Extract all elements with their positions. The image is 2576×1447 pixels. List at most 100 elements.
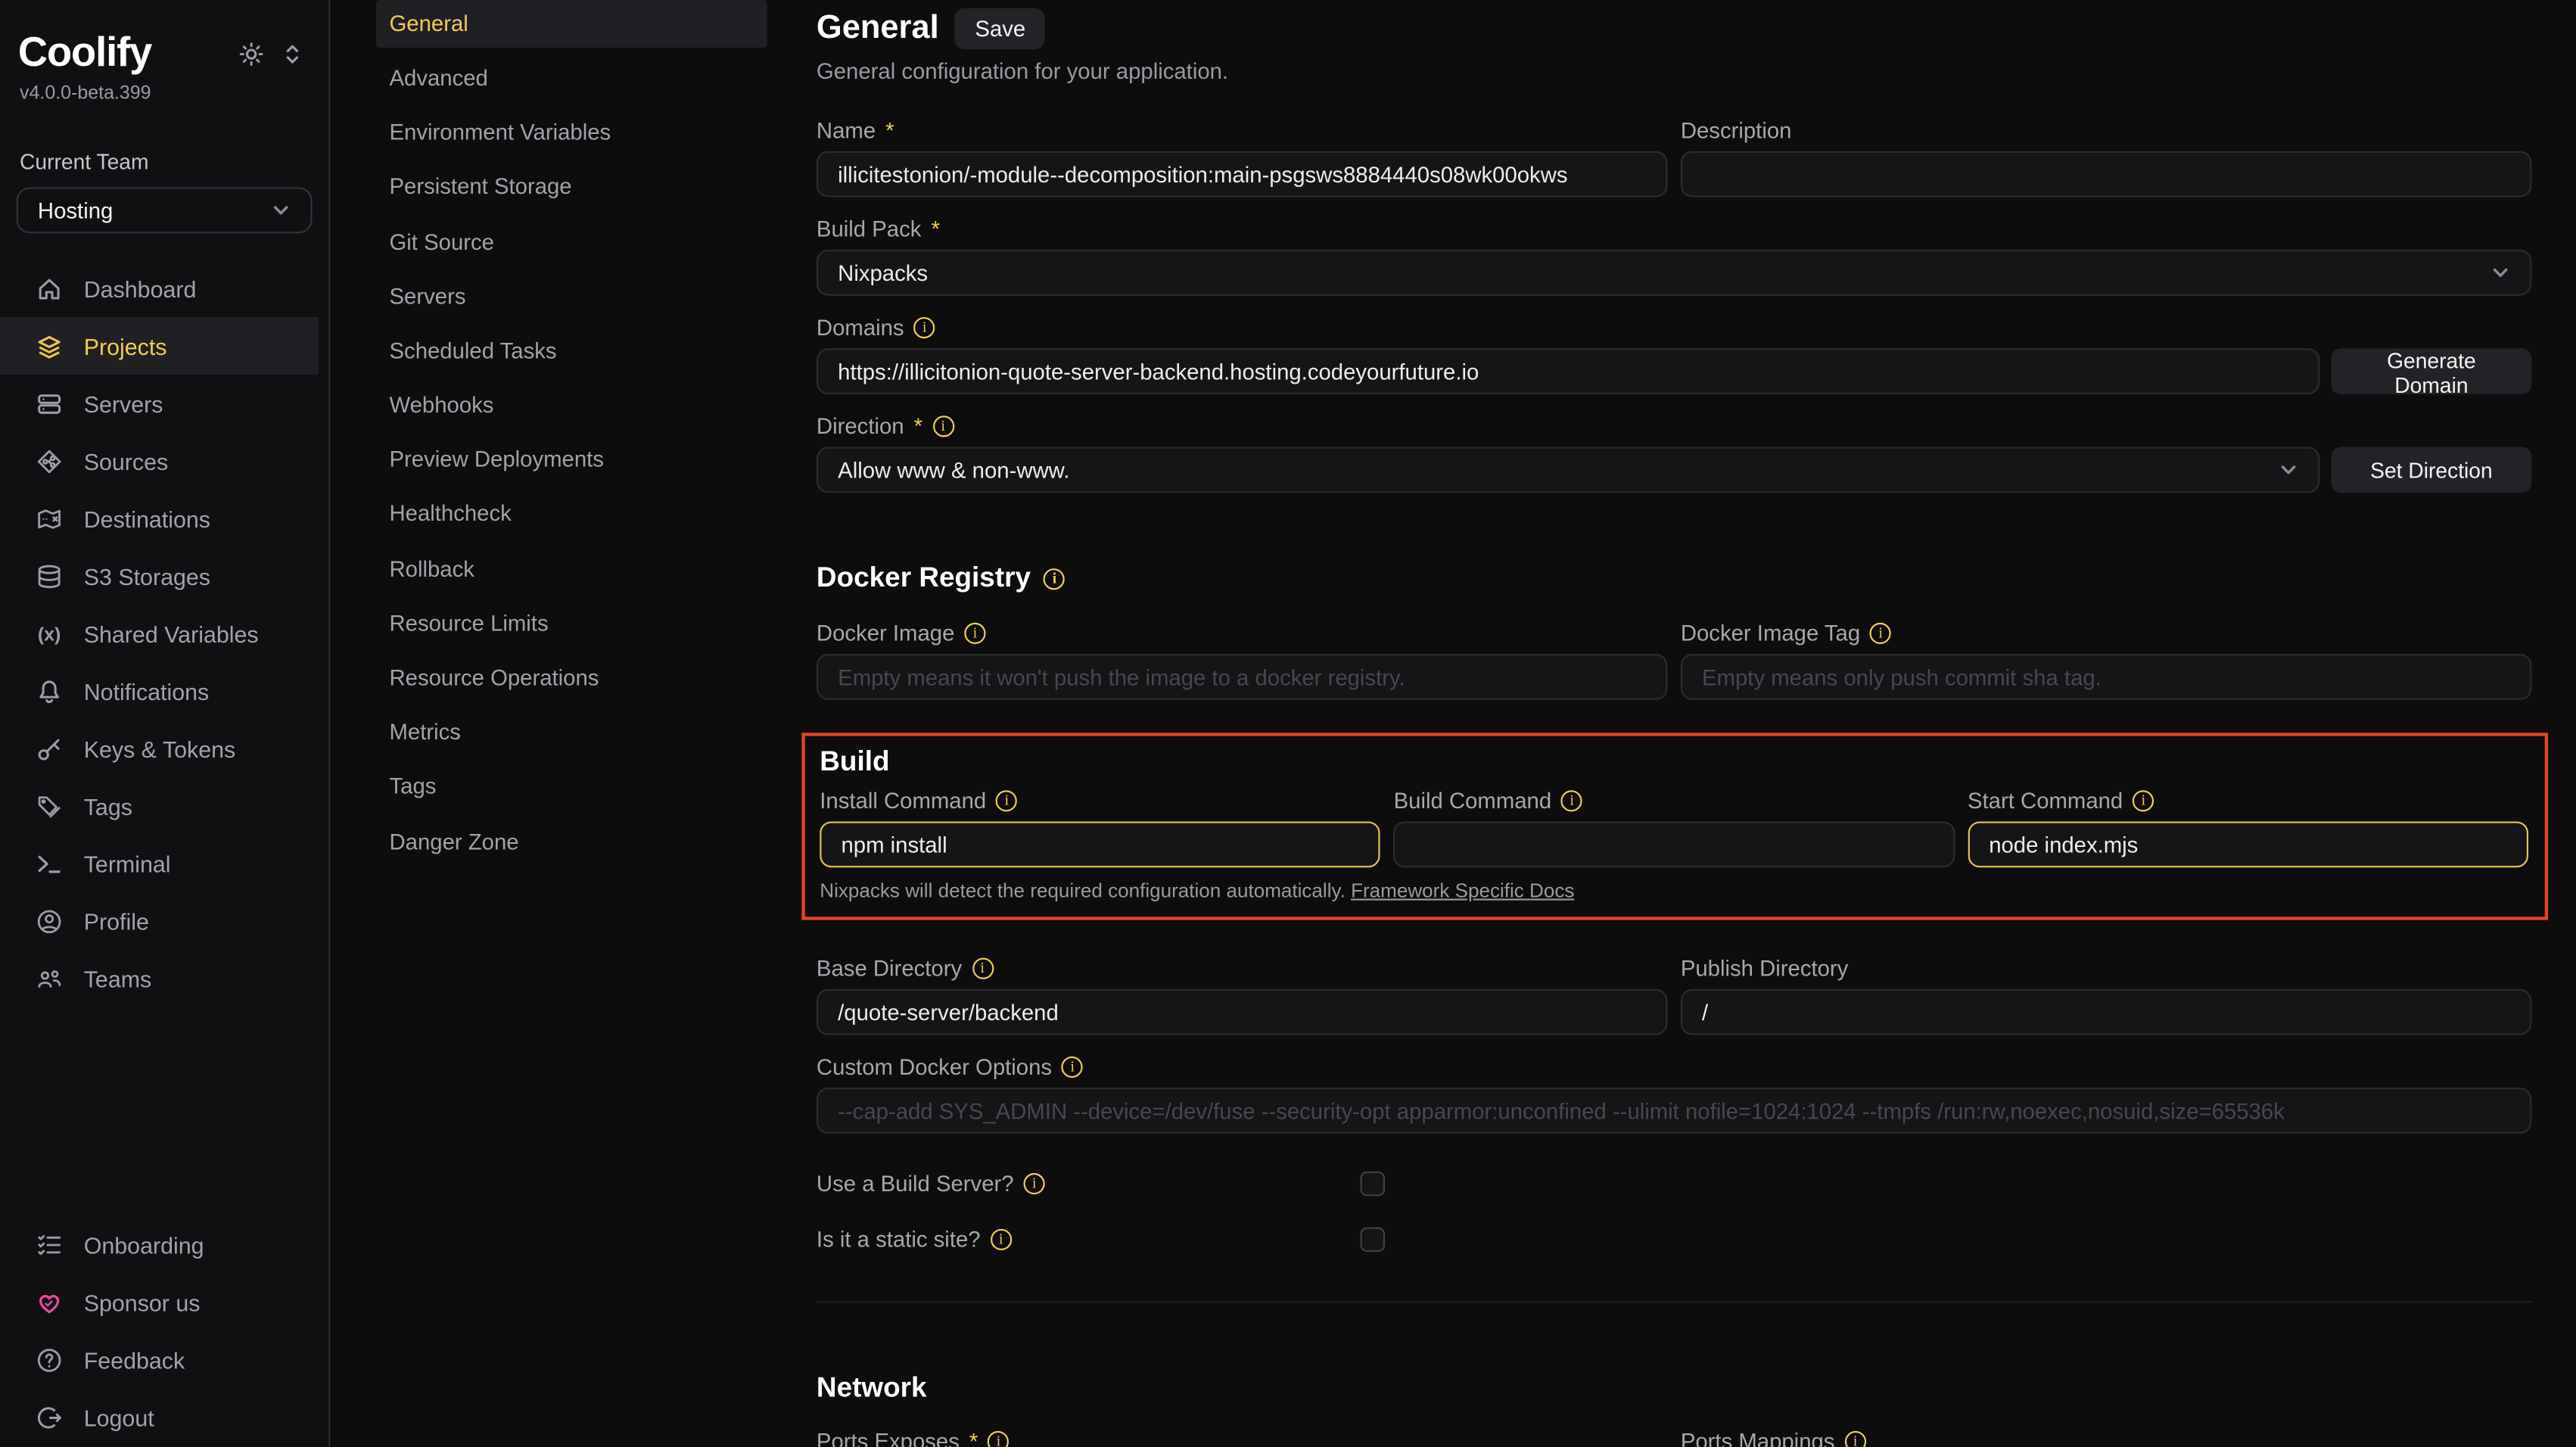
use-build-server-checkbox[interactable] <box>1361 1171 1386 1196</box>
info-icon[interactable] <box>1844 1430 1865 1447</box>
sidebar-item-teams[interactable]: Teams <box>0 950 319 1007</box>
sidebar-item-dashboard[interactable]: Dashboard <box>0 260 319 317</box>
subnav-item-advanced[interactable]: Advanced <box>376 54 767 101</box>
install-command-label: Install Command <box>820 787 1380 814</box>
set-direction-button[interactable]: Set Direction <box>2332 447 2532 493</box>
network-heading: Network <box>817 1372 2531 1405</box>
docker-registry-heading: Docker Registry <box>817 562 2531 594</box>
sidebar-item-tags[interactable]: Tags <box>0 777 319 835</box>
page-title: General <box>817 10 939 48</box>
base-directory-input[interactable] <box>817 989 1668 1035</box>
start-command-input[interactable] <box>1968 821 2528 867</box>
build-caption: Nixpacks will detect the required config… <box>820 879 2528 901</box>
sidebar-item-profile[interactable]: Profile <box>0 892 319 950</box>
info-icon[interactable] <box>972 957 993 979</box>
info-icon[interactable] <box>1062 1056 1083 1077</box>
subnav-item-servers[interactable]: Servers <box>376 272 767 319</box>
chevron-down-icon <box>2487 260 2514 286</box>
docker-image-label: Docker Image <box>817 619 1668 646</box>
subnav-item-resource-operations[interactable]: Resource Operations <box>376 655 767 702</box>
tags-icon <box>36 792 63 819</box>
heart-icon <box>36 1290 63 1316</box>
app-logo: Coolify <box>18 30 151 77</box>
info-icon[interactable] <box>1561 789 1582 811</box>
info-icon[interactable] <box>1870 622 1891 643</box>
build-pack-select[interactable]: Nixpacks <box>817 250 2531 296</box>
subnav-item-webhooks[interactable]: Webhooks <box>376 381 767 428</box>
sidebar-item-projects[interactable]: Projects <box>0 317 319 375</box>
info-icon[interactable] <box>2133 789 2154 811</box>
static-site-checkbox[interactable] <box>1361 1227 1386 1252</box>
sidebar-item-servers[interactable]: Servers <box>0 375 319 432</box>
info-icon[interactable] <box>964 622 985 643</box>
info-icon[interactable] <box>914 316 935 338</box>
general-settings-panel: General Save General configuration for y… <box>817 0 2531 1447</box>
sidebar-item-logout[interactable]: Logout <box>0 1389 319 1446</box>
sidebar-item-sources[interactable]: Sources <box>0 432 319 490</box>
use-build-server-label: Use a Build Server? <box>817 1170 1361 1196</box>
variable-icon: (x) <box>36 621 63 647</box>
up-down-chevrons-icon[interactable] <box>278 40 305 67</box>
info-icon[interactable] <box>932 415 954 436</box>
docker-image-input[interactable] <box>817 654 1668 700</box>
generate-domain-button[interactable]: Generate Domain <box>2332 348 2532 394</box>
sidebar-item-notifications[interactable]: Notifications <box>0 662 319 720</box>
docker-image-tag-label: Docker Image Tag <box>1681 619 2532 646</box>
sidebar-item-shared-variables[interactable]: (x) Shared Variables <box>0 605 319 662</box>
current-team-label: Current Team <box>0 104 328 174</box>
info-icon[interactable] <box>1044 568 1065 589</box>
description-input[interactable] <box>1681 151 2532 198</box>
bell-icon <box>36 677 63 704</box>
domains-input[interactable] <box>817 348 2319 394</box>
subnav-item-resource-limits[interactable]: Resource Limits <box>376 600 767 647</box>
info-icon[interactable] <box>991 1228 1012 1249</box>
domains-label: Domains <box>817 314 2531 341</box>
build-command-input[interactable] <box>1394 821 1955 867</box>
static-site-label: Is it a static site? <box>817 1225 1361 1252</box>
chevron-down-icon <box>267 198 294 224</box>
name-input[interactable] <box>817 151 1668 198</box>
install-command-input[interactable] <box>820 821 1380 867</box>
section-divider <box>817 1301 2531 1302</box>
subnav-item-persistent-storage[interactable]: Persistent Storage <box>376 163 767 210</box>
info-icon[interactable] <box>1024 1172 1045 1193</box>
help-circle-icon <box>36 1347 63 1374</box>
subnav-item-scheduled-tasks[interactable]: Scheduled Tasks <box>376 327 767 374</box>
map-icon <box>36 506 63 532</box>
sidebar-item-s3-storages[interactable]: S3 Storages <box>0 547 319 605</box>
subnav-item-tags[interactable]: Tags <box>376 764 767 811</box>
docker-image-tag-input[interactable] <box>1681 654 2532 700</box>
framework-docs-link[interactable]: Framework Specific Docs <box>1351 879 1574 901</box>
info-icon[interactable] <box>996 789 1017 811</box>
save-button[interactable]: Save <box>955 8 1045 49</box>
sidebar-item-keys-tokens[interactable]: Keys & Tokens <box>0 720 319 777</box>
key-icon <box>36 735 63 761</box>
theme-sun-icon[interactable] <box>238 40 264 67</box>
layers-icon <box>36 333 63 359</box>
ports-exposes-label: Ports Exposes* <box>817 1428 1668 1447</box>
custom-docker-options-input[interactable] <box>817 1088 2531 1134</box>
base-directory-label: Base Directory <box>817 954 1668 981</box>
home-icon <box>36 275 63 302</box>
terminal-icon <box>36 850 63 876</box>
settings-subnav: General Advanced Environment Variables P… <box>376 0 767 873</box>
sidebar-item-sponsor-us[interactable]: Sponsor us <box>0 1274 319 1332</box>
description-label: Description <box>1681 117 2532 143</box>
subnav-item-rollback[interactable]: Rollback <box>376 545 767 592</box>
subnav-item-danger-zone[interactable]: Danger Zone <box>376 818 767 865</box>
subnav-item-preview-deployments[interactable]: Preview Deployments <box>376 436 767 483</box>
info-icon[interactable] <box>988 1430 1009 1447</box>
subnav-item-general[interactable]: General <box>376 0 767 47</box>
subnav-item-metrics[interactable]: Metrics <box>376 709 767 756</box>
direction-select[interactable]: Allow www & non-www. <box>817 447 2319 493</box>
team-select[interactable]: Hosting <box>17 187 312 233</box>
subnav-item-healthcheck[interactable]: Healthcheck <box>376 490 767 537</box>
subnav-item-environment-variables[interactable]: Environment Variables <box>376 109 767 156</box>
publish-directory-input[interactable] <box>1681 989 2532 1035</box>
sidebar-item-terminal[interactable]: Terminal <box>0 835 319 892</box>
sidebar-item-onboarding[interactable]: Onboarding <box>0 1217 319 1274</box>
sidebar-item-destinations[interactable]: Destinations <box>0 490 319 547</box>
subnav-item-git-source[interactable]: Git Source <box>376 218 767 265</box>
page-subtitle: General configuration for your applicati… <box>817 59 2531 84</box>
sidebar-item-feedback[interactable]: Feedback <box>0 1332 319 1389</box>
